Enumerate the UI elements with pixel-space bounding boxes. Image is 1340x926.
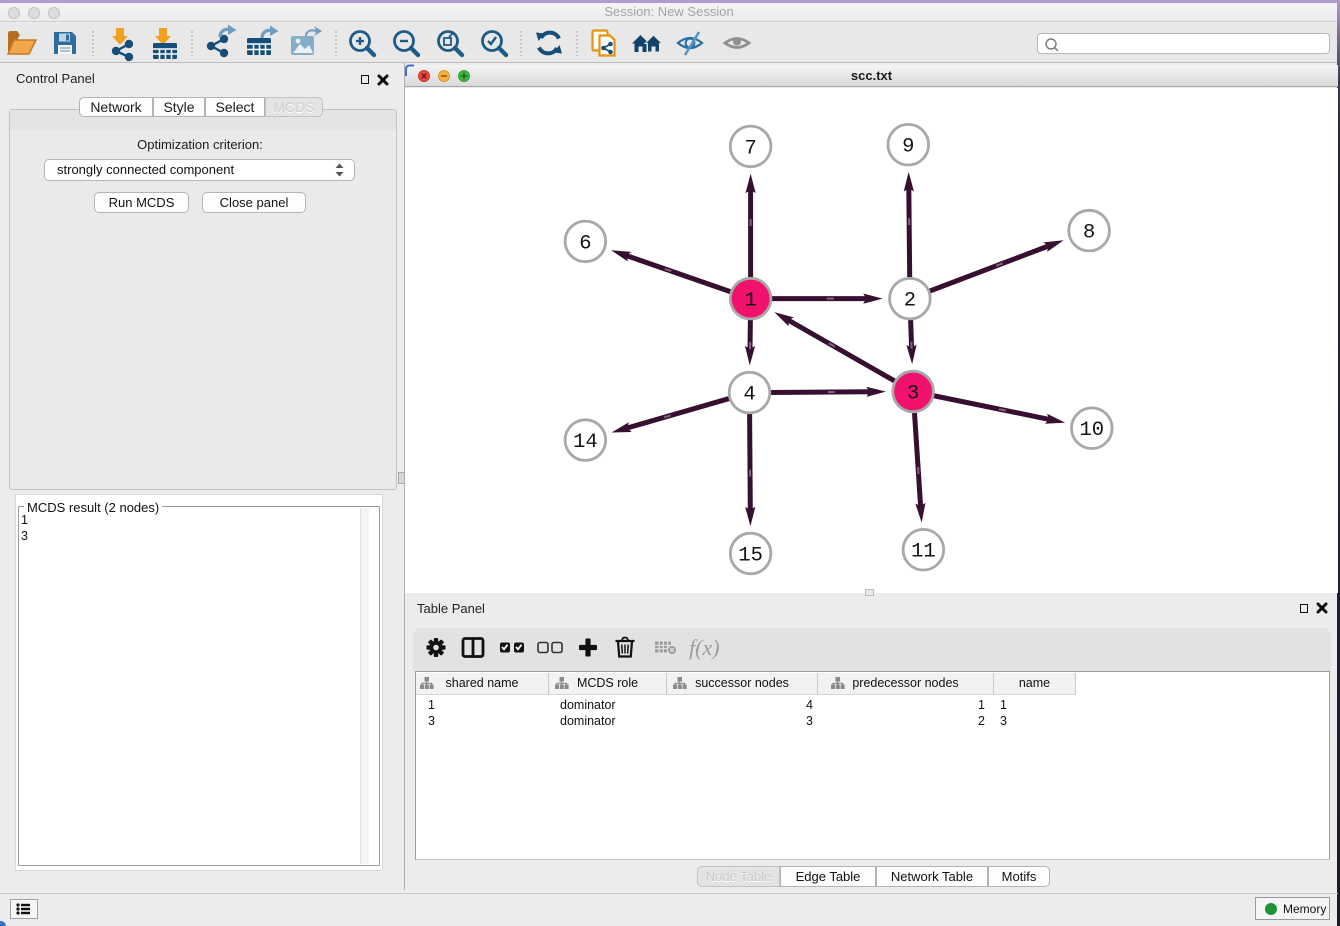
svg-text:10: 10 (1079, 419, 1104, 442)
svg-text:f(x): f(x) (689, 635, 720, 660)
svg-text:11: 11 (911, 541, 936, 564)
svg-text:2: 2 (904, 290, 916, 313)
svg-text:6: 6 (579, 232, 591, 255)
svg-text:7: 7 (744, 137, 756, 160)
svg-text:9: 9 (902, 136, 914, 159)
svg-text:1: 1 (744, 290, 756, 313)
svg-text:4: 4 (743, 384, 755, 407)
svg-text:15: 15 (738, 545, 763, 568)
svg-text:14: 14 (573, 431, 598, 454)
svg-text:8: 8 (1083, 222, 1095, 245)
svg-text:3: 3 (907, 383, 919, 406)
